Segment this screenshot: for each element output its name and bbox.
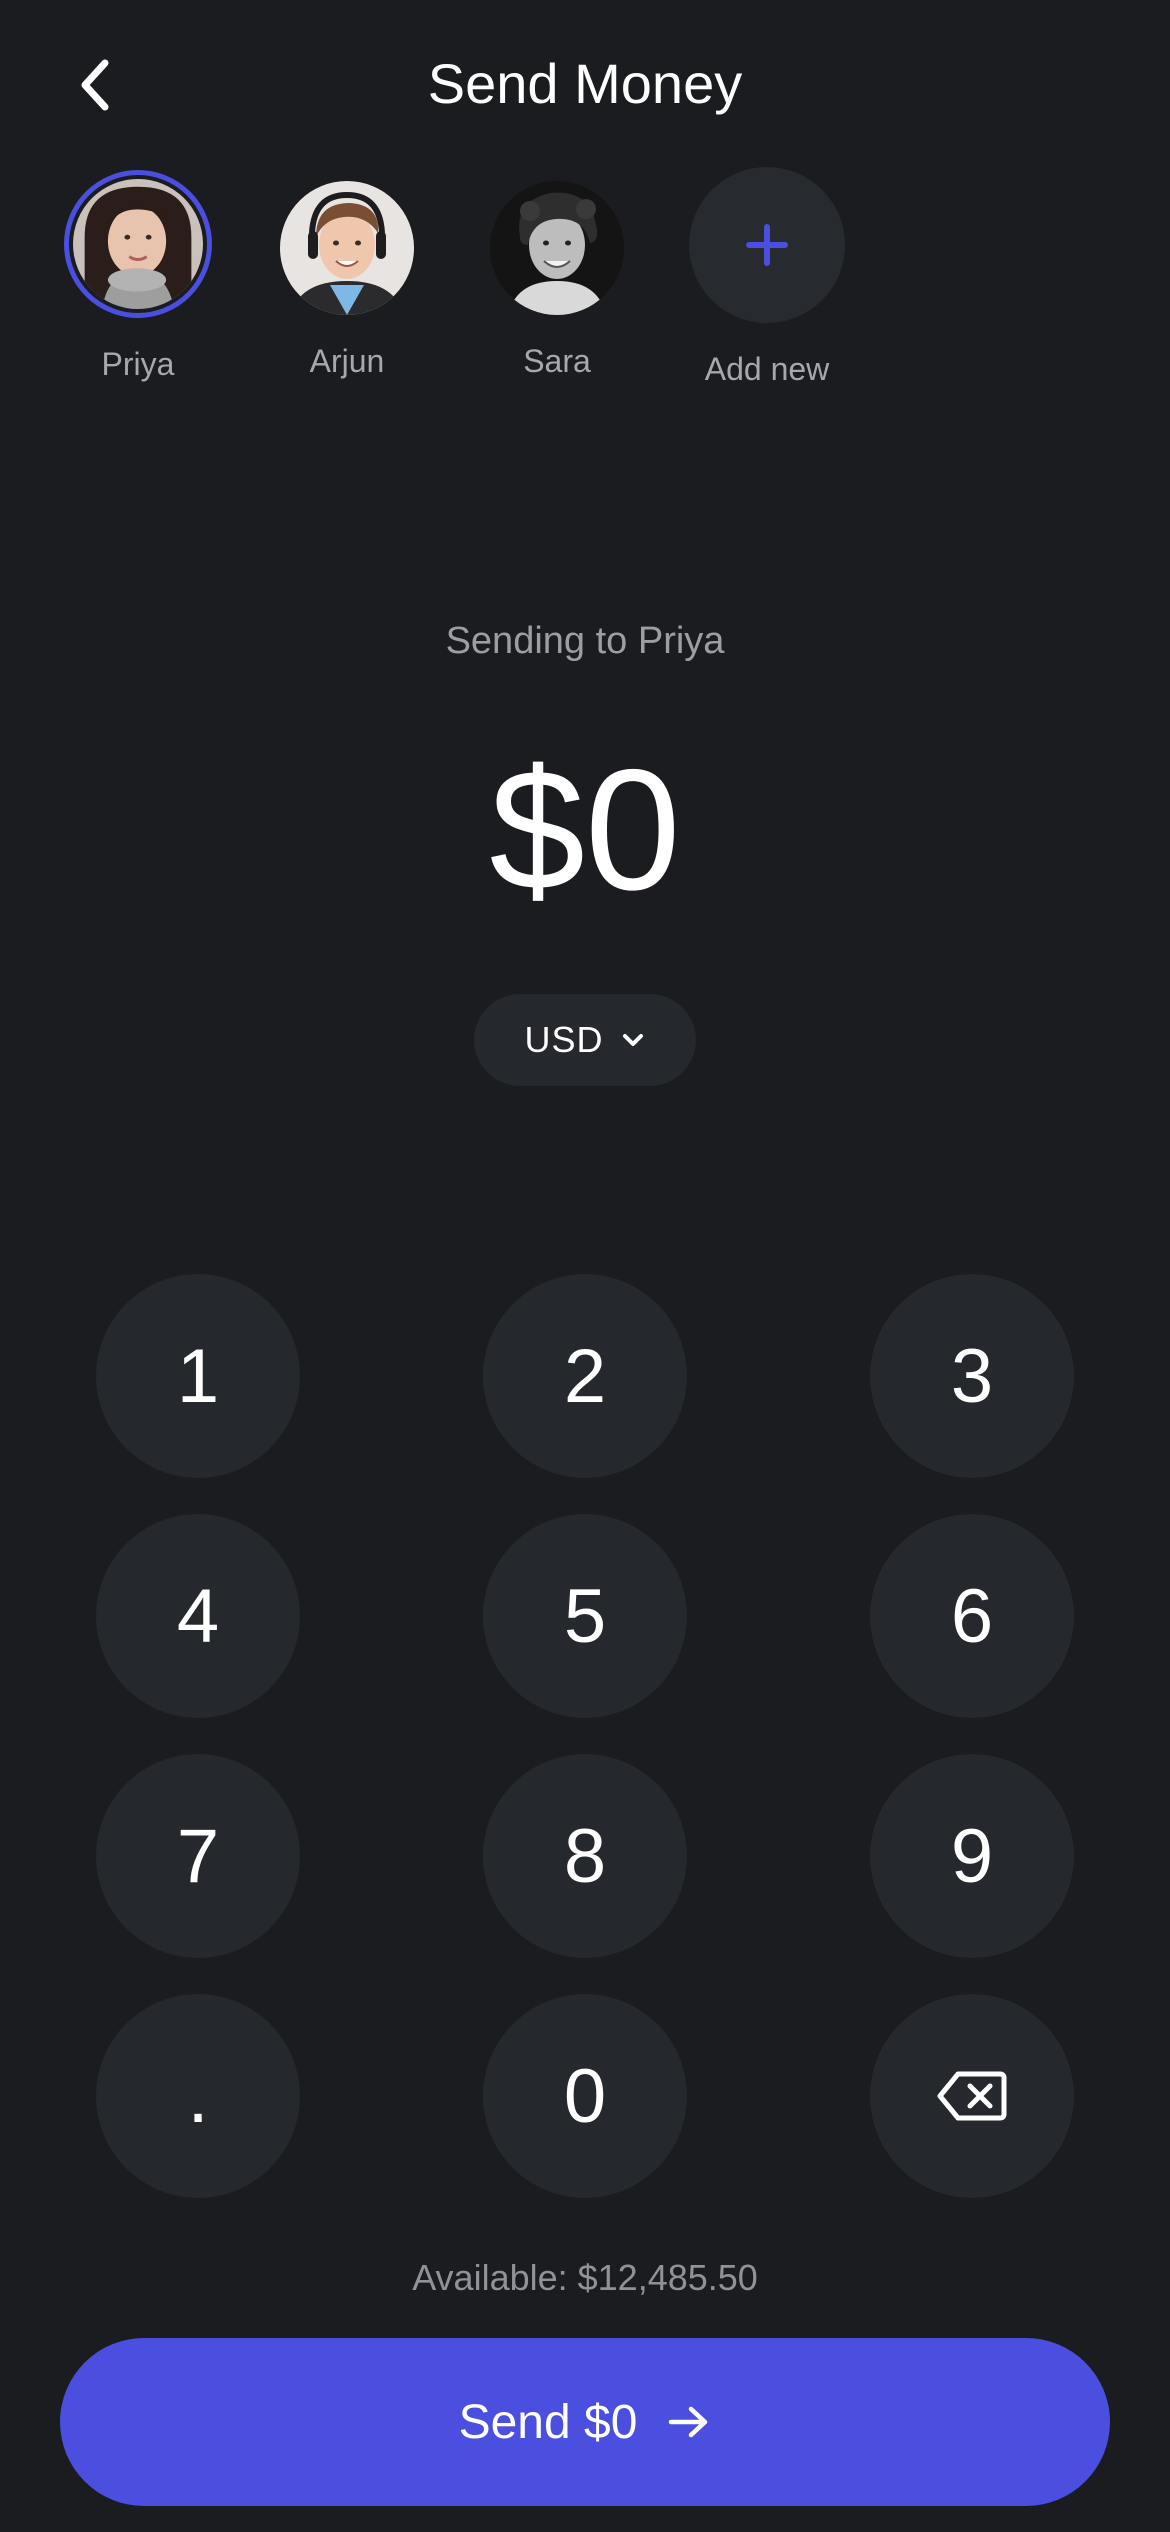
recipient-list: Priya Arjun Sara Add new <box>0 164 1170 404</box>
key-label: 7 <box>176 1813 220 1899</box>
key-label: 0 <box>563 2053 607 2139</box>
sending-to-label: Sending to Priya <box>445 620 725 662</box>
avatar <box>64 170 212 318</box>
chevron-down-icon <box>622 1034 643 1046</box>
recipient-label: Priya <box>101 346 175 382</box>
key-decimal[interactable]: . <box>96 1994 300 2198</box>
key-2[interactable]: 2 <box>483 1274 687 1478</box>
avatar-image <box>490 181 624 315</box>
key-9[interactable]: 9 <box>870 1754 1074 1958</box>
avatar-image <box>280 181 414 315</box>
key-7[interactable]: 7 <box>96 1754 300 1958</box>
page-title: Send Money <box>427 52 743 115</box>
key-label: . <box>187 2053 209 2139</box>
key-label: 8 <box>563 1813 607 1899</box>
key-label: 5 <box>563 1573 607 1659</box>
key-label: 1 <box>176 1333 220 1419</box>
plus-icon <box>746 224 788 266</box>
key-3[interactable]: 3 <box>870 1274 1074 1478</box>
avatar <box>280 181 414 315</box>
send-button[interactable]: Send $0 <box>60 2338 1110 2506</box>
add-new-recipient-button[interactable]: Add new <box>667 164 867 389</box>
send-button-label: Send $0 <box>458 2395 638 2449</box>
avatar <box>490 181 624 315</box>
add-new-circle <box>689 167 845 323</box>
recipient-arjun[interactable]: Arjun <box>247 164 447 381</box>
key-backspace[interactable] <box>870 1994 1074 2198</box>
key-label: 9 <box>950 1813 994 1899</box>
recipient-label: Sara <box>523 343 591 379</box>
currency-selector[interactable]: USD <box>474 994 696 1086</box>
key-label: 2 <box>563 1333 607 1419</box>
key-1[interactable]: 1 <box>96 1274 300 1478</box>
key-8[interactable]: 8 <box>483 1754 687 1958</box>
arrow-right-icon <box>669 2406 708 2438</box>
backspace-icon <box>937 2071 1007 2121</box>
recipient-label: Arjun <box>309 343 385 379</box>
key-label: 6 <box>950 1573 994 1659</box>
currency-label: USD <box>524 1019 604 1060</box>
avatar-image <box>73 179 203 309</box>
key-0[interactable]: 0 <box>483 1994 687 2198</box>
key-label: 3 <box>950 1333 994 1419</box>
recipient-label: Add new <box>704 351 830 387</box>
available-balance: Available: $12,485.50 <box>412 2257 758 2298</box>
key-6[interactable]: 6 <box>870 1514 1074 1718</box>
recipient-sara[interactable]: Sara <box>457 164 657 381</box>
key-5[interactable]: 5 <box>483 1514 687 1718</box>
recipient-priya[interactable]: Priya <box>38 164 238 384</box>
key-label: 4 <box>176 1573 220 1659</box>
key-4[interactable]: 4 <box>96 1514 300 1718</box>
amount-display: $0 <box>489 734 681 926</box>
